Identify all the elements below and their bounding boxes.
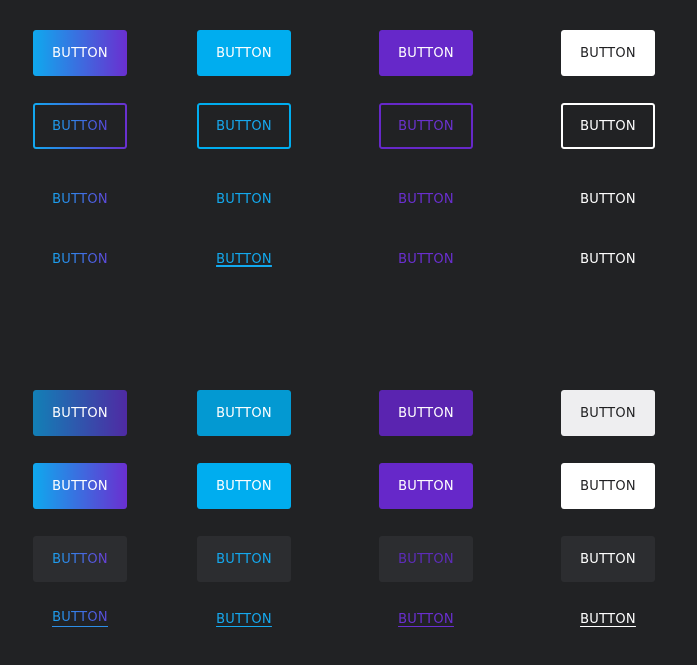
- button-label: BUTTON: [52, 191, 108, 207]
- button-label: BUTTON: [216, 191, 272, 207]
- button-label: BUTTON: [216, 45, 272, 61]
- button-label: BUTTON: [398, 611, 454, 627]
- gradient-filled-pressed-button[interactable]: BUTTON: [33, 390, 127, 436]
- purple-ghost-button[interactable]: BUTTON: [379, 536, 473, 582]
- gradient-link-button[interactable]: BUTTON: [33, 596, 127, 642]
- button-label: BUTTON: [52, 118, 108, 134]
- button-label: BUTTON: [52, 551, 108, 567]
- white-text-button[interactable]: BUTTON: [561, 176, 655, 222]
- white-filled-button[interactable]: BUTTON: [561, 463, 655, 509]
- button-label: BUTTON: [580, 551, 636, 567]
- button-label: BUTTON: [52, 251, 108, 267]
- button-label: BUTTON: [52, 405, 108, 421]
- cyan-ghost-button[interactable]: BUTTON: [197, 536, 291, 582]
- button-label: BUTTON: [216, 611, 272, 627]
- button-label: BUTTON: [580, 118, 636, 134]
- button-label: BUTTON: [52, 610, 108, 627]
- purple-text-button[interactable]: BUTTON: [379, 176, 473, 222]
- button-label: BUTTON: [580, 191, 636, 207]
- cyan-outlined-button[interactable]: BUTTON: [197, 103, 291, 149]
- gradient-ghost-button[interactable]: BUTTON: [33, 536, 127, 582]
- purple-link-button[interactable]: BUTTON: [379, 596, 473, 642]
- cyan-filled-pressed-button[interactable]: BUTTON: [197, 390, 291, 436]
- button-label: BUTTON: [580, 251, 636, 267]
- cyan-underlined-text-button[interactable]: BUTTON: [197, 236, 291, 282]
- button-label: BUTTON: [398, 405, 454, 421]
- button-label: BUTTON: [580, 405, 636, 421]
- button-label: BUTTON: [216, 478, 272, 494]
- button-label: BUTTON: [52, 45, 108, 61]
- cyan-link-button[interactable]: BUTTON: [197, 596, 291, 642]
- button-label: BUTTON: [398, 118, 454, 134]
- button-label: BUTTON: [216, 551, 272, 567]
- white-text-button[interactable]: BUTTON: [561, 236, 655, 282]
- cyan-filled-button[interactable]: BUTTON: [197, 30, 291, 76]
- purple-outlined-button[interactable]: BUTTON: [379, 103, 473, 149]
- white-outlined-button[interactable]: BUTTON: [561, 103, 655, 149]
- button-label: BUTTON: [398, 478, 454, 494]
- white-filled-button[interactable]: BUTTON: [561, 30, 655, 76]
- gradient-filled-button[interactable]: BUTTON: [33, 30, 127, 76]
- button-label: BUTTON: [52, 478, 108, 494]
- white-filled-pressed-button[interactable]: BUTTON: [561, 390, 655, 436]
- button-label: BUTTON: [580, 45, 636, 61]
- purple-filled-pressed-button[interactable]: BUTTON: [379, 390, 473, 436]
- button-label: BUTTON: [398, 45, 454, 61]
- button-label: BUTTON: [398, 251, 454, 267]
- button-label: BUTTON: [580, 611, 636, 627]
- button-label: BUTTON: [580, 478, 636, 494]
- button-label: BUTTON: [216, 118, 272, 134]
- button-label: BUTTON: [216, 251, 272, 267]
- white-link-button[interactable]: BUTTON: [561, 596, 655, 642]
- gradient-text-button[interactable]: BUTTON: [33, 236, 127, 282]
- cyan-text-button[interactable]: BUTTON: [197, 176, 291, 222]
- purple-filled-button[interactable]: BUTTON: [379, 463, 473, 509]
- button-label: BUTTON: [216, 405, 272, 421]
- gradient-outlined-button[interactable]: BUTTON: [33, 103, 127, 149]
- cyan-filled-button[interactable]: BUTTON: [197, 463, 291, 509]
- purple-filled-button[interactable]: BUTTON: [379, 30, 473, 76]
- purple-text-button[interactable]: BUTTON: [379, 236, 473, 282]
- gradient-filled-button[interactable]: BUTTON: [33, 463, 127, 509]
- gradient-text-button[interactable]: BUTTON: [33, 176, 127, 222]
- white-ghost-button[interactable]: BUTTON: [561, 536, 655, 582]
- button-label: BUTTON: [398, 551, 454, 567]
- button-label: BUTTON: [398, 191, 454, 207]
